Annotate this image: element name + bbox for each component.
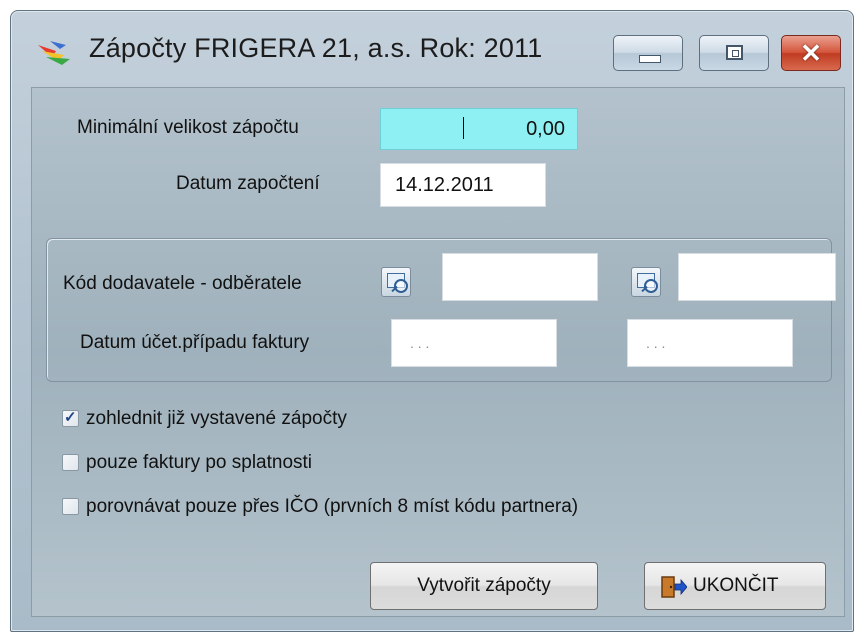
restore-icon (726, 45, 743, 60)
code-to-lookup-button[interactable] (631, 267, 661, 297)
code-from-lookup-button[interactable] (381, 267, 411, 297)
close-button[interactable]: ✕ (781, 35, 841, 71)
minimize-icon (639, 55, 661, 63)
partner-filter-group: Kód dodavatele - odběratele Datum účet.p… (46, 238, 836, 382)
invoice-date-label: Datum účet.případu faktury (80, 332, 310, 353)
minimize-button[interactable] (613, 35, 683, 71)
checkbox[interactable] (62, 498, 79, 515)
window-title: Zápočty FRIGERA 21, a.s. Rok: 2011 (89, 33, 543, 63)
invoice-date-from-field[interactable]: . . . (391, 319, 557, 367)
maximize-button[interactable] (699, 35, 769, 71)
option-overdue-only[interactable]: pouze faktury po splatnosti (62, 452, 562, 478)
date-field[interactable]: 14.12.2011 (380, 163, 546, 207)
checkmark-icon: ✓ (64, 409, 77, 426)
min-size-field[interactable]: 0,00 (380, 108, 578, 150)
create-offsets-button[interactable]: Vytvořit zápočty (370, 562, 598, 610)
option-compare-ico[interactable]: porovnávat pouze přes IČO (prvních 8 mís… (62, 496, 762, 522)
min-size-value: 0,00 (526, 118, 565, 140)
coins-icon (38, 41, 70, 65)
create-offsets-label: Vytvořit zápočty (417, 575, 551, 596)
title-bar[interactable]: Zápočty FRIGERA 21, a.s. Rok: 2011 ✕ (11, 11, 853, 97)
exit-label: UKONČIT (693, 575, 779, 596)
date-value: 14.12.2011 (395, 174, 494, 196)
code-to-field[interactable] (678, 253, 836, 301)
checkbox[interactable]: ✓ (62, 409, 79, 427)
date-label: Datum započtení (176, 173, 320, 194)
close-icon: ✕ (800, 38, 822, 68)
option-label: pouze faktury po splatnosti (86, 452, 313, 473)
dialog-body: Minimální velikost zápočtu 0,00 Datum za… (31, 87, 845, 617)
option-label: zohlednit již vystavené zápočty (86, 408, 347, 429)
min-size-label: Minimální velikost zápočtu (77, 117, 299, 138)
code-label: Kód dodavatele - odběratele (63, 273, 302, 294)
checkbox[interactable] (62, 454, 79, 471)
code-from-field[interactable] (442, 253, 598, 301)
dialog-window: Zápočty FRIGERA 21, a.s. Rok: 2011 ✕ Min… (10, 10, 854, 632)
invoice-date-to-field[interactable]: . . . (627, 319, 793, 367)
option-consider-issued[interactable]: ✓ zohlednit již vystavené zápočty (62, 408, 562, 434)
text-caret (463, 117, 464, 139)
exit-door-icon (661, 576, 687, 598)
exit-button[interactable]: UKONČIT (644, 562, 826, 610)
option-label: porovnávat pouze přes IČO (prvních 8 mís… (86, 496, 579, 517)
